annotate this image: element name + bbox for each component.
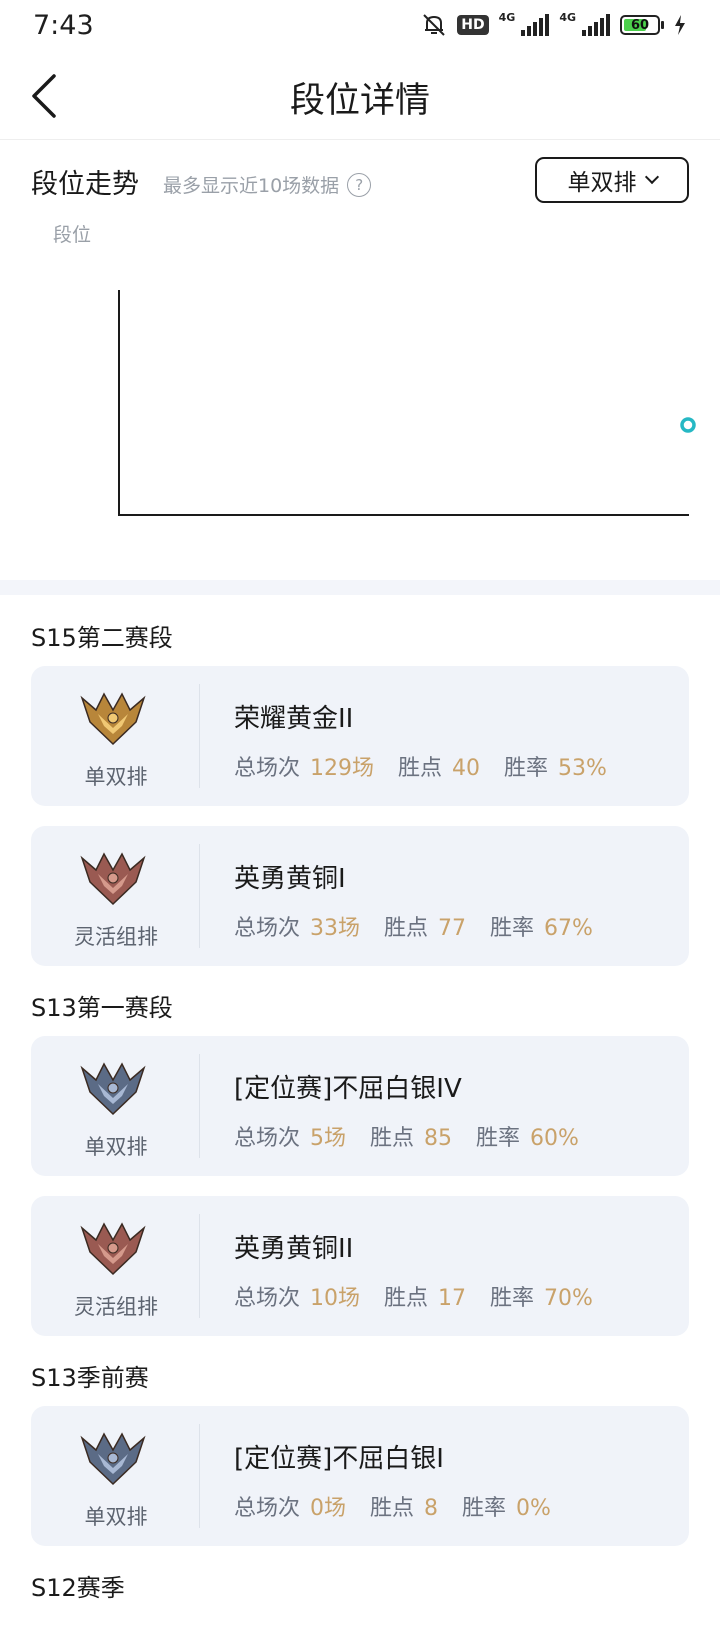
season-header: S13第一赛段 [31, 994, 173, 1022]
card-divider [199, 1054, 200, 1158]
rank-stats: 总场次 10场 胜点 17 胜率 70% [234, 1280, 617, 1312]
status-bar: 7:43 HD 4G 4G 60 [0, 0, 720, 52]
hd-badge: HD [457, 15, 489, 35]
total-games-label: 总场次 [234, 1286, 301, 1311]
total-games-value: 129场 [310, 756, 375, 781]
total-games-label: 总场次 [234, 1126, 301, 1151]
status-icons: HD 4G 4G 60 [421, 10, 686, 38]
win-rate-label: 胜率 [476, 1126, 521, 1151]
rank-name: 英勇黄铜II [234, 1234, 354, 1264]
season-header: S13季前赛 [31, 1364, 149, 1392]
rank-emblem-icon [80, 692, 146, 746]
rank-emblem-icon [80, 1062, 146, 1116]
trend-note-text: 最多显示近10场数据 [163, 175, 340, 197]
queue-label: 灵活组排 [74, 925, 158, 949]
chart-data-point [680, 417, 696, 433]
rank-name: 英勇黄铜I [234, 864, 346, 894]
trend-note: 最多显示近10场数据 ? [163, 171, 372, 198]
win-rate-value: 70% [544, 1286, 593, 1311]
page-title: 段位详情 [289, 81, 430, 121]
win-rate-value: 53% [558, 756, 607, 781]
rank-card[interactable]: 灵活组排 英勇黄铜II 总场次 10场 胜点 17 胜率 70% [31, 1196, 689, 1336]
queue-select[interactable]: 单双排 [535, 157, 689, 203]
rank-trend-chart: 段位 [53, 225, 696, 516]
signal-icon [521, 14, 550, 36]
total-games-value: 0场 [310, 1496, 347, 1521]
win-rate-label: 胜率 [490, 1286, 535, 1311]
total-games-value: 5场 [310, 1126, 347, 1151]
league-points-value: 40 [452, 756, 481, 781]
rank-card[interactable]: 单双排 [定位赛]不屈白银IV 总场次 5场 胜点 85 胜率 60% [31, 1036, 689, 1176]
rank-stats: 总场次 5场 胜点 85 胜率 60% [234, 1120, 603, 1152]
mute-bell-icon [423, 14, 445, 36]
trend-title: 段位走势 [31, 169, 139, 200]
rank-stats: 总场次 129场 胜点 40 胜率 53% [234, 750, 631, 782]
queue-label: 单双排 [84, 1505, 148, 1529]
status-time: 7:43 [33, 10, 94, 41]
league-points-label: 胜点 [370, 1496, 415, 1521]
league-points-label: 胜点 [384, 1286, 429, 1311]
card-divider [199, 1424, 200, 1528]
queue-select-value: 单双排 [567, 170, 637, 196]
rank-name: [定位赛]不屈白银IV [234, 1074, 462, 1104]
battery-level: 60 [630, 18, 650, 33]
win-rate-value: 60% [530, 1126, 579, 1151]
league-points-value: 77 [438, 916, 467, 941]
total-games-value: 33场 [310, 916, 361, 941]
league-points-label: 胜点 [384, 916, 429, 941]
queue-label: 单双排 [84, 1135, 148, 1159]
rank-emblem [78, 1058, 148, 1118]
queue-label: 单双排 [84, 765, 148, 789]
card-divider [199, 684, 200, 788]
rank-card[interactable]: 单双排 [定位赛]不屈白银I 总场次 0场 胜点 8 胜率 0% [31, 1406, 689, 1546]
rank-emblem [78, 688, 148, 748]
total-games-label: 总场次 [234, 1496, 301, 1521]
season-header: S15第二赛段 [31, 624, 173, 652]
network-label-1: 4G [498, 10, 516, 24]
win-rate-value: 67% [544, 916, 593, 941]
rank-emblem-icon [80, 852, 146, 906]
rank-emblem-icon [80, 1222, 146, 1276]
signal-icon-2 [582, 14, 610, 36]
help-icon[interactable]: ? [347, 172, 372, 197]
rank-card[interactable]: 单双排 荣耀黄金II 总场次 129场 胜点 40 胜率 53% [31, 666, 689, 806]
card-divider [199, 1214, 200, 1318]
season-header: S12赛季 [31, 1574, 125, 1602]
rank-name: 荣耀黄金II [234, 704, 354, 734]
league-points-label: 胜点 [398, 756, 443, 781]
battery-icon: 60 [620, 15, 664, 35]
card-divider [199, 844, 200, 948]
league-points-value: 85 [424, 1126, 453, 1151]
win-rate-value: 0% [516, 1496, 551, 1521]
league-points-value: 8 [424, 1496, 439, 1521]
rank-emblem-icon [80, 1432, 146, 1486]
total-games-label: 总场次 [234, 916, 301, 941]
total-games-value: 10场 [310, 1286, 361, 1311]
win-rate-label: 胜率 [504, 756, 549, 781]
league-points-label: 胜点 [370, 1126, 415, 1151]
charging-icon [675, 15, 685, 35]
rank-stats: 总场次 0场 胜点 8 胜率 0% [234, 1490, 575, 1522]
header: 段位详情 [0, 52, 720, 140]
rank-emblem [78, 1218, 148, 1278]
chart-y-label: 段位 [53, 225, 91, 246]
rank-emblem [78, 1428, 148, 1488]
league-points-value: 17 [438, 1286, 467, 1311]
network-label-2: 4G [559, 10, 576, 24]
rank-stats: 总场次 33场 胜点 77 胜率 67% [234, 910, 617, 942]
rank-name: [定位赛]不屈白银I [234, 1444, 444, 1474]
win-rate-label: 胜率 [490, 916, 535, 941]
total-games-label: 总场次 [234, 756, 301, 781]
chevron-down-icon [644, 169, 659, 185]
queue-label: 灵活组排 [74, 1295, 158, 1319]
rank-emblem [78, 848, 148, 908]
rank-card[interactable]: 灵活组排 英勇黄铜I 总场次 33场 胜点 77 胜率 67% [31, 826, 689, 966]
win-rate-label: 胜率 [462, 1496, 507, 1521]
section-divider [0, 580, 720, 595]
